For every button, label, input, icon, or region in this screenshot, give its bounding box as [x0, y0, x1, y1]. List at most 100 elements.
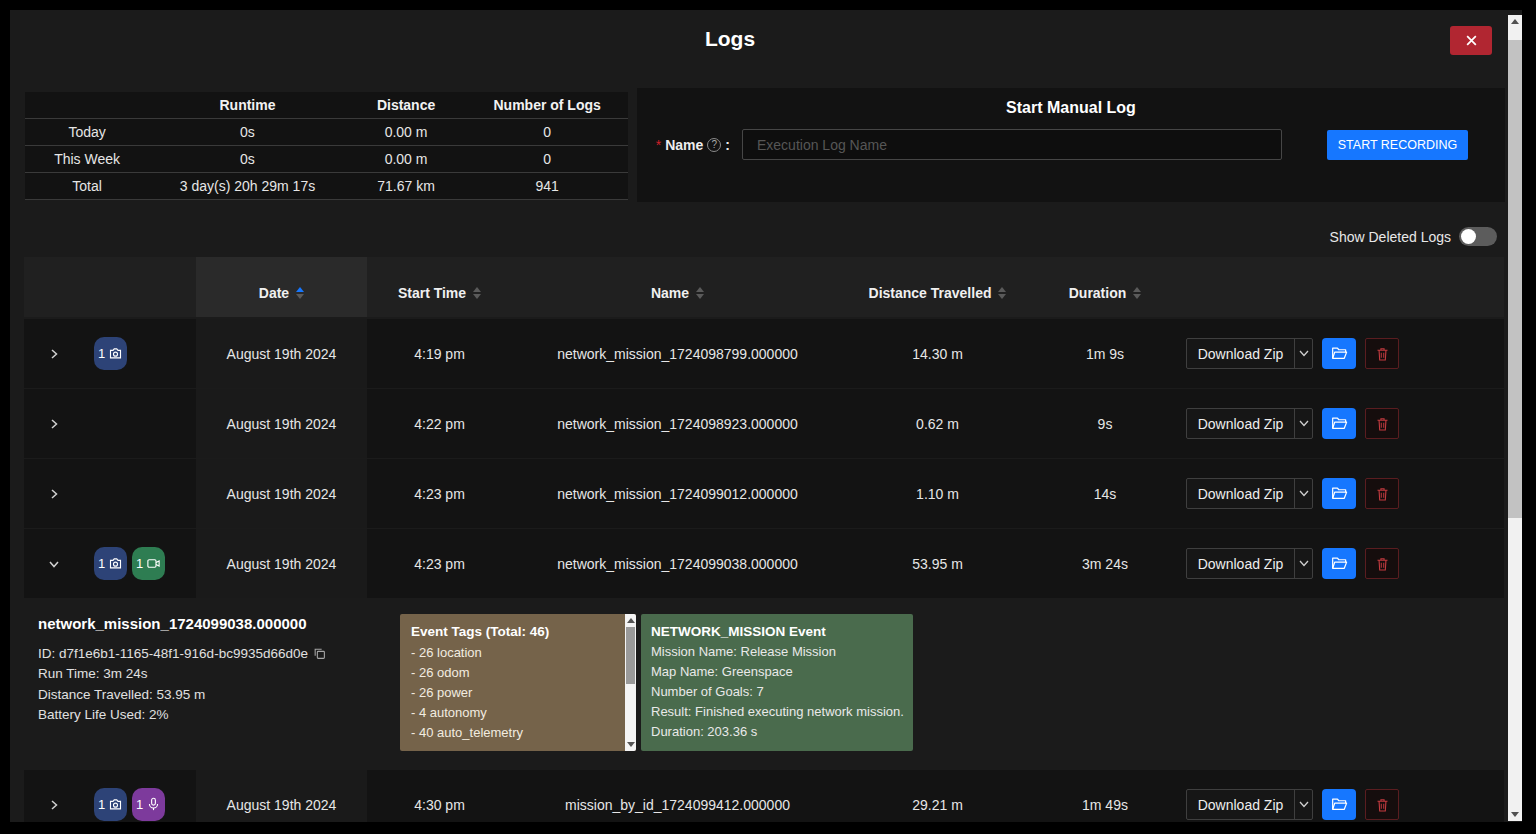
table-row: 1 August 19th 2024 4:19 pm network_missi… [24, 319, 1504, 388]
chevron-right-icon [48, 488, 60, 500]
trash-icon [1375, 797, 1390, 813]
event-line: Duration: 203.36 s [651, 722, 903, 742]
chevron-down-icon [1299, 490, 1309, 497]
download-dropdown[interactable] [1294, 790, 1312, 819]
scroll-up-arrow [627, 618, 635, 623]
download-dropdown[interactable] [1294, 409, 1312, 438]
vertical-scrollbar[interactable] [1508, 15, 1522, 821]
show-deleted-logs: Show Deleted Logs [10, 227, 1497, 246]
chevron-right-icon [48, 348, 60, 360]
video-icon [146, 556, 161, 571]
table-row: 1 1 August 19th 2024 4:23 pm network_mis… [24, 529, 1504, 598]
chevron-right-icon [48, 418, 60, 430]
trash-icon [1375, 346, 1390, 362]
header-start-time[interactable]: Start Time [367, 273, 512, 301]
scroll-thumb[interactable] [1508, 40, 1522, 518]
delete-button[interactable] [1365, 338, 1399, 369]
trash-icon [1375, 486, 1390, 502]
event-tag-item: - 4 autonomy [411, 703, 614, 723]
scroll-down-arrow[interactable] [1511, 812, 1519, 817]
event-tags-box[interactable]: Event Tags (Total: 46) - 26 location - 2… [400, 614, 636, 751]
stats-col-logs: Number of Logs [466, 97, 628, 113]
header-duration[interactable]: Duration [1032, 273, 1178, 301]
log-distance: Distance Travelled: 53.95 m [38, 685, 326, 705]
show-deleted-label: Show Deleted Logs [1330, 229, 1451, 245]
event-line: Result: Finished executing network missi… [651, 702, 903, 722]
camera-count-badge: 1 [94, 788, 127, 821]
download-zip-button[interactable]: Download Zip [1186, 478, 1313, 509]
download-dropdown[interactable] [1294, 339, 1312, 368]
download-zip-button[interactable]: Download Zip [1186, 548, 1313, 579]
delete-button[interactable] [1365, 408, 1399, 439]
event-line: Map Name: Greenspace [651, 662, 903, 682]
event-title: NETWORK_MISSION Event [651, 622, 903, 642]
log-battery: Battery Life Used: 2% [38, 705, 326, 725]
chevron-down-icon [1299, 350, 1309, 357]
microphone-icon [146, 797, 161, 812]
chevron-down-icon [1299, 420, 1309, 427]
delete-button[interactable] [1365, 478, 1399, 509]
download-zip-button[interactable]: Download Zip [1186, 338, 1313, 369]
trash-icon [1375, 416, 1390, 432]
name-label: * Name ? : [637, 129, 730, 160]
show-deleted-toggle[interactable] [1459, 227, 1497, 246]
header-name[interactable]: Name [512, 273, 843, 301]
page-title: Logs [10, 27, 1450, 51]
event-tags-scrollbar[interactable] [625, 614, 636, 751]
expand-button[interactable] [24, 488, 84, 500]
help-icon[interactable]: ? [707, 138, 721, 152]
stats-header-row: Runtime Distance Number of Logs [25, 92, 628, 119]
close-icon [1465, 34, 1478, 47]
folder-open-icon [1331, 346, 1348, 361]
header-distance[interactable]: Distance Travelled [843, 273, 1032, 301]
table-row: August 19th 2024 4:22 pm network_mission… [24, 389, 1504, 458]
event-tag-item: - 26 power [411, 683, 614, 703]
camera-count-badge: 1 [94, 547, 127, 580]
scroll-thumb [626, 627, 635, 684]
logs-dialog: Logs Runtime Distance Number of Logs Tod… [10, 10, 1522, 822]
close-button[interactable] [1450, 26, 1492, 55]
event-tag-item: - 26 location [411, 643, 614, 663]
network-mission-event-box: NETWORK_MISSION Event Mission Name: Rele… [641, 614, 913, 751]
delete-button[interactable] [1365, 548, 1399, 579]
stats-table: Runtime Distance Number of Logs Today 0s… [25, 92, 628, 200]
copy-icon[interactable] [313, 647, 326, 660]
download-zip-button[interactable]: Download Zip [1186, 408, 1313, 439]
sort-icon [1133, 287, 1141, 299]
sort-icon [296, 287, 304, 299]
manual-log-title: Start Manual Log [637, 99, 1505, 117]
open-folder-button[interactable] [1322, 548, 1356, 579]
download-dropdown[interactable] [1294, 479, 1312, 508]
scroll-down-arrow [627, 742, 635, 747]
event-tags-title: Event Tags (Total: 46) [411, 622, 614, 642]
collapse-button[interactable] [24, 558, 84, 570]
start-manual-log-panel: Start Manual Log * Name ? : START RECORD… [637, 88, 1505, 202]
open-folder-button[interactable] [1322, 338, 1356, 369]
camera-icon [108, 797, 123, 812]
download-zip-button[interactable]: Download Zip [1186, 789, 1313, 820]
stats-col-distance: Distance [346, 97, 467, 113]
scroll-up-arrow[interactable] [1511, 19, 1519, 24]
expand-button[interactable] [24, 418, 84, 430]
open-folder-button[interactable] [1322, 408, 1356, 439]
video-count-badge: 1 [132, 547, 165, 580]
expand-button[interactable] [24, 348, 84, 360]
log-run-time: Run Time: 3m 24s [38, 664, 326, 684]
sort-icon [696, 287, 704, 299]
open-folder-button[interactable] [1322, 478, 1356, 509]
folder-open-icon [1331, 556, 1348, 571]
stats-row-week: This Week 0s 0.00 m 0 [25, 146, 628, 173]
open-folder-button[interactable] [1322, 789, 1356, 820]
download-dropdown[interactable] [1294, 549, 1312, 578]
header-date[interactable]: Date [196, 257, 367, 317]
camera-count-badge: 1 [94, 337, 127, 370]
delete-button[interactable] [1365, 789, 1399, 820]
log-name-input[interactable] [742, 129, 1282, 160]
log-id: ID: d7f1e6b1-1165-48f1-916d-bc9935d66d0e [38, 644, 326, 664]
required-asterisk: * [656, 137, 661, 153]
stats-row-today: Today 0s 0.00 m 0 [25, 119, 628, 146]
chevron-down-icon [1299, 560, 1309, 567]
expand-button[interactable] [24, 799, 84, 811]
start-recording-button[interactable]: START RECORDING [1327, 130, 1468, 160]
chevron-down-icon [48, 558, 60, 570]
